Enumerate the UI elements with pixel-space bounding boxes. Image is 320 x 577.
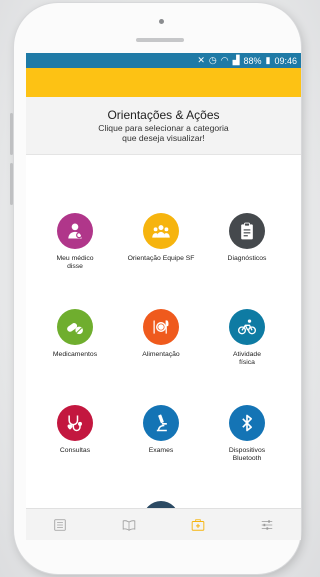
category-label-line-1: Atividade bbox=[233, 351, 261, 358]
page-title: Orientações & Ações bbox=[107, 108, 220, 122]
category-label-line-1: Exames bbox=[148, 447, 174, 454]
tab-sliders[interactable] bbox=[232, 509, 301, 540]
clock: 09:46 bbox=[274, 55, 297, 66]
side-button bbox=[10, 163, 13, 205]
battery-icon: ▮ bbox=[265, 55, 271, 65]
silent-icon: ✕ bbox=[197, 55, 205, 65]
earpiece-speaker bbox=[136, 38, 184, 42]
category-tile[interactable]: Meu médico disse bbox=[40, 213, 110, 271]
category-label-line-1: Consultas bbox=[59, 447, 91, 454]
category-label-line-1: Orientação Equipe SF bbox=[127, 255, 195, 262]
subtitle-line-1: Clique para selecionar a categoria bbox=[98, 123, 229, 133]
team-icon bbox=[151, 221, 171, 241]
stethoscope-icon bbox=[65, 413, 85, 433]
microscope-icon bbox=[151, 413, 171, 433]
doctor-badge bbox=[57, 213, 93, 249]
cutlery-badge bbox=[143, 309, 179, 345]
clipboard-icon bbox=[237, 221, 257, 241]
category-label-line-2: Bluetooth bbox=[232, 455, 262, 462]
category-label: Consultas bbox=[40, 447, 110, 455]
side-button bbox=[10, 113, 13, 155]
category-tile[interactable]: Consultas bbox=[40, 405, 110, 455]
category-label-line-1: Dispositivos bbox=[228, 447, 266, 454]
category-label: Meu médico disse bbox=[40, 255, 110, 271]
bike-icon bbox=[237, 317, 257, 337]
app-screen: ✕ ◷ ◠ ▟ 88% ▮ 09:46 Orientações & Ações … bbox=[26, 53, 301, 540]
tab-list[interactable] bbox=[26, 509, 95, 540]
signal-icon: ▟ bbox=[232, 55, 240, 65]
microscope-badge bbox=[143, 405, 179, 441]
sliders-icon bbox=[260, 518, 274, 532]
category-label: Alimentação bbox=[126, 351, 196, 359]
bluetooth-badge bbox=[229, 405, 265, 441]
front-camera bbox=[159, 19, 164, 24]
clipboard-badge bbox=[229, 213, 265, 249]
status-bar: ✕ ◷ ◠ ▟ 88% ▮ 09:46 bbox=[26, 53, 301, 68]
category-tile[interactable]: Atividade física bbox=[212, 309, 282, 367]
bluetooth-icon bbox=[237, 413, 257, 433]
category-tile[interactable]: Medicamentos bbox=[40, 309, 110, 359]
page-subtitle: Clique para selecionar a categoria que d… bbox=[26, 123, 301, 143]
pills-badge bbox=[57, 309, 93, 345]
category-label-line-1: Medicamentos bbox=[52, 351, 98, 358]
tab-medical-kit[interactable] bbox=[164, 509, 233, 540]
category-tile[interactable]: Orientação Equipe SF bbox=[126, 213, 196, 263]
category-label-line-1: Meu médico bbox=[56, 255, 94, 262]
category-label-line-2: disse bbox=[67, 263, 83, 270]
category-label: Dispositivos Bluetooth bbox=[212, 447, 282, 463]
stethoscope-badge bbox=[57, 405, 93, 441]
battery-percent: 88% bbox=[243, 55, 262, 66]
pills-icon bbox=[65, 317, 85, 337]
phone-frame: ✕ ◷ ◠ ▟ 88% ▮ 09:46 Orientações & Ações … bbox=[10, 3, 301, 574]
category-label-line-1: Diagnósticos bbox=[227, 255, 267, 262]
category-tile[interactable]: Exames bbox=[126, 405, 196, 455]
bike-badge bbox=[229, 309, 265, 345]
page-header: Orientações & Ações Clique para selecion… bbox=[26, 97, 301, 155]
category-tile[interactable]: Dispositivos Bluetooth bbox=[212, 405, 282, 463]
subtitle-line-2: que deseja visualizar! bbox=[122, 133, 205, 143]
category-tile[interactable]: Alimentação bbox=[126, 309, 196, 359]
category-label-line-2: física bbox=[239, 359, 255, 366]
doctor-icon bbox=[65, 221, 85, 241]
wifi-icon: ◠ bbox=[220, 55, 229, 65]
category-label-line-1: Alimentação bbox=[142, 351, 180, 358]
category-grid: Meu médico disse Orientação Equipe SF Diagn… bbox=[26, 155, 301, 537]
category-tile[interactable]: Diagnósticos bbox=[212, 213, 282, 263]
category-label: Atividade física bbox=[212, 351, 282, 367]
category-label: Orientação Equipe SF bbox=[126, 255, 196, 263]
category-label: Exames bbox=[126, 447, 196, 455]
list-icon bbox=[53, 518, 67, 532]
team-badge bbox=[143, 213, 179, 249]
category-label: Diagnósticos bbox=[212, 255, 282, 263]
medical-kit-icon bbox=[191, 518, 205, 532]
bottom-tab-bar bbox=[26, 508, 301, 540]
tab-book[interactable] bbox=[95, 509, 164, 540]
book-icon bbox=[122, 518, 136, 532]
alarm-icon: ◷ bbox=[208, 55, 217, 65]
category-label: Medicamentos bbox=[40, 351, 110, 359]
cutlery-icon bbox=[151, 317, 171, 337]
app-top-bar bbox=[26, 68, 301, 97]
